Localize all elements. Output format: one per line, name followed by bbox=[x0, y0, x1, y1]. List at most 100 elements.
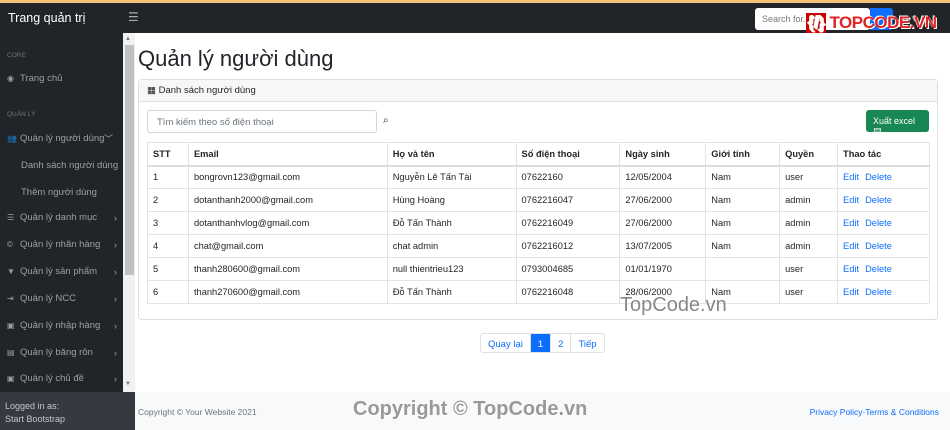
sidebar-item-topics[interactable]: ▣ Quản lý chủ đề › bbox=[7, 373, 117, 384]
watermark-logo: {/} TOPCODE.VN bbox=[806, 13, 937, 33]
edit-link[interactable]: Edit bbox=[843, 264, 859, 274]
table-cell: Nam bbox=[705, 165, 781, 189]
table-cell: Nam bbox=[705, 234, 781, 258]
sidebar-item-products[interactable]: ▼ Quản lý sản phẩm › bbox=[7, 266, 117, 277]
import-icon: ▣ bbox=[7, 321, 15, 330]
table-row: 1 bongrovn123@gmail.com Nguyễn Lê Tấn Tài 0… bbox=[147, 165, 930, 189]
delete-link[interactable]: Delete bbox=[865, 241, 892, 251]
column-header: Số điện thoại bbox=[515, 142, 621, 167]
chevron-right-icon: › bbox=[114, 266, 117, 277]
chevron-right-icon: › bbox=[114, 293, 117, 304]
actions-cell: Edit Delete bbox=[837, 165, 930, 189]
label: Quản lý danh mục bbox=[20, 212, 98, 223]
label: Trang chủ bbox=[20, 73, 63, 84]
table-cell: 0762216047 bbox=[515, 188, 621, 212]
sidebar-item-banners[interactable]: ▤ Quản lý băng rôn › bbox=[7, 347, 117, 358]
dashboard-icon: ◉ bbox=[7, 74, 14, 83]
logged-in-user: Start Bootstrap bbox=[5, 414, 66, 424]
table-cell: bongrovn123@gmail.com bbox=[187, 165, 388, 189]
table-cell: 13/07/2005 bbox=[619, 234, 707, 258]
chevron-right-icon: › bbox=[114, 320, 117, 331]
label: Quản lý nhãn hàng bbox=[20, 239, 101, 250]
truck-icon: ⇥ bbox=[7, 294, 14, 303]
table-cell: Nam bbox=[705, 188, 781, 212]
phone-search-input[interactable]: Tìm kiếm theo số điện thoại bbox=[147, 110, 377, 133]
sidebar-item-brands[interactable]: © Quản lý nhãn hàng › bbox=[7, 239, 117, 250]
scrollbar-thumb[interactable] bbox=[125, 45, 134, 275]
table-cell: chat admin bbox=[386, 234, 517, 258]
sidebar-item-home[interactable]: ◉ Trang chủ bbox=[7, 73, 117, 84]
next-page[interactable]: Tiếp bbox=[571, 334, 603, 352]
table-cell: 1 bbox=[147, 165, 189, 189]
table-cell: Đỗ Tấn Thành bbox=[386, 280, 517, 304]
table-cell: thanh270600@gmail.com bbox=[187, 280, 388, 304]
pagination: Quay lại 1 2 Tiếp bbox=[480, 333, 605, 353]
table-row: 4 chat@gmail.com chat admin 0762216012 13/07… bbox=[147, 234, 930, 258]
shirt-icon: ▼ bbox=[7, 267, 15, 276]
table-cell: admin bbox=[779, 188, 839, 212]
sidebar-item-users[interactable]: 👥 Quản lý người dùng ﹀ bbox=[7, 133, 117, 144]
scroll-down-icon[interactable]: ▼ bbox=[125, 381, 131, 387]
actions-cell: Edit Delete bbox=[837, 211, 930, 235]
page-title: Quản lý người dùng bbox=[138, 46, 334, 71]
edit-link[interactable]: Edit bbox=[843, 218, 859, 228]
label: Xuất excel bbox=[873, 116, 916, 126]
table-cell: dotanthanhvlog@gmail.com bbox=[187, 211, 388, 235]
table-cell: user bbox=[779, 165, 839, 189]
delete-link[interactable]: Delete bbox=[865, 172, 892, 182]
table-cell: 27/06/2000 bbox=[619, 188, 707, 212]
table-cell: Nguyễn Lê Tấn Tài bbox=[386, 165, 517, 189]
actions-cell: Edit Delete bbox=[837, 234, 930, 258]
edit-link[interactable]: Edit bbox=[843, 287, 859, 297]
table-cell: 2 bbox=[147, 188, 189, 212]
table-cell: Đỗ Tấn Thành bbox=[386, 211, 517, 235]
table-cell: 0762216049 bbox=[515, 211, 621, 235]
column-header: Ngày sinh bbox=[619, 142, 707, 167]
table-cell: 3 bbox=[147, 211, 189, 235]
label: Quản lý nhập hàng bbox=[20, 320, 101, 331]
table-cell: 27/06/2000 bbox=[619, 211, 707, 235]
table-cell: admin bbox=[779, 211, 839, 235]
users-table: STT Email Họ và tên Số điện thoại Ngày sinh G… bbox=[147, 142, 930, 304]
search-icon[interactable]: ⌕ bbox=[383, 115, 389, 126]
brand[interactable]: Trang quản trị bbox=[8, 11, 85, 25]
edit-link[interactable]: Edit bbox=[843, 195, 859, 205]
delete-link[interactable]: Delete bbox=[865, 218, 892, 228]
page-2[interactable]: 2 bbox=[551, 334, 572, 352]
delete-link[interactable]: Delete bbox=[865, 264, 892, 274]
users-icon: 👥 bbox=[7, 134, 17, 143]
prev-page[interactable]: Quay lại bbox=[481, 334, 531, 352]
table-cell: user bbox=[779, 257, 839, 281]
edit-link[interactable]: Edit bbox=[843, 172, 859, 182]
logged-in-label: Logged in as: bbox=[5, 401, 60, 411]
footer-links[interactable]: Privacy Policy·Terms & Conditions bbox=[810, 407, 939, 417]
delete-link[interactable]: Delete bbox=[865, 195, 892, 205]
label: Quản lý NCC bbox=[20, 293, 76, 304]
delete-link[interactable]: Delete bbox=[865, 287, 892, 297]
edit-link[interactable]: Edit bbox=[843, 241, 859, 251]
column-header: Họ và tên bbox=[386, 142, 517, 167]
export-excel-button[interactable]: Xuất excel ▤ bbox=[866, 110, 929, 136]
sidebar-subitem-add[interactable]: Thêm người dùng bbox=[21, 187, 97, 198]
scroll-up-icon[interactable]: ▲ bbox=[125, 36, 131, 42]
label: Quản lý chủ đề bbox=[20, 373, 84, 384]
actions-cell: Edit Delete bbox=[837, 257, 930, 281]
table-row: 3 dotanthanhvlog@gmail.com Đỗ Tấn Thành 076… bbox=[147, 211, 930, 235]
page-1[interactable]: 1 bbox=[530, 334, 552, 352]
sidebar-subitem-list[interactable]: Danh sách người dùng bbox=[21, 160, 118, 171]
table-cell: 0762216012 bbox=[515, 234, 621, 258]
sidebar-item-imports[interactable]: ▣ Quản lý nhập hàng › bbox=[7, 320, 117, 331]
sidebar-item-categories[interactable]: ☰ Quản lý danh mục › bbox=[7, 212, 117, 223]
sidebar-item-suppliers[interactable]: ⇥ Quản lý NCC › bbox=[7, 293, 117, 304]
copyright-icon: © bbox=[7, 240, 13, 249]
label: Quản lý người dùng bbox=[20, 133, 105, 144]
table-icon: ▦ bbox=[147, 85, 159, 96]
table-row: 6 thanh270600@gmail.com Đỗ Tấn Thành 076221… bbox=[147, 280, 930, 304]
table-cell: 07622160 bbox=[515, 165, 621, 189]
sidebar-footer: Logged in as: Start Bootstrap bbox=[0, 392, 135, 430]
table-cell: 4 bbox=[147, 234, 189, 258]
chevron-right-icon: › bbox=[114, 239, 117, 250]
sidebar-toggle-icon[interactable]: ☰ bbox=[128, 10, 139, 24]
table-row: 5 thanh280600@gmail.com null thientrieu123… bbox=[147, 257, 930, 281]
banner-icon: ▤ bbox=[7, 348, 15, 357]
